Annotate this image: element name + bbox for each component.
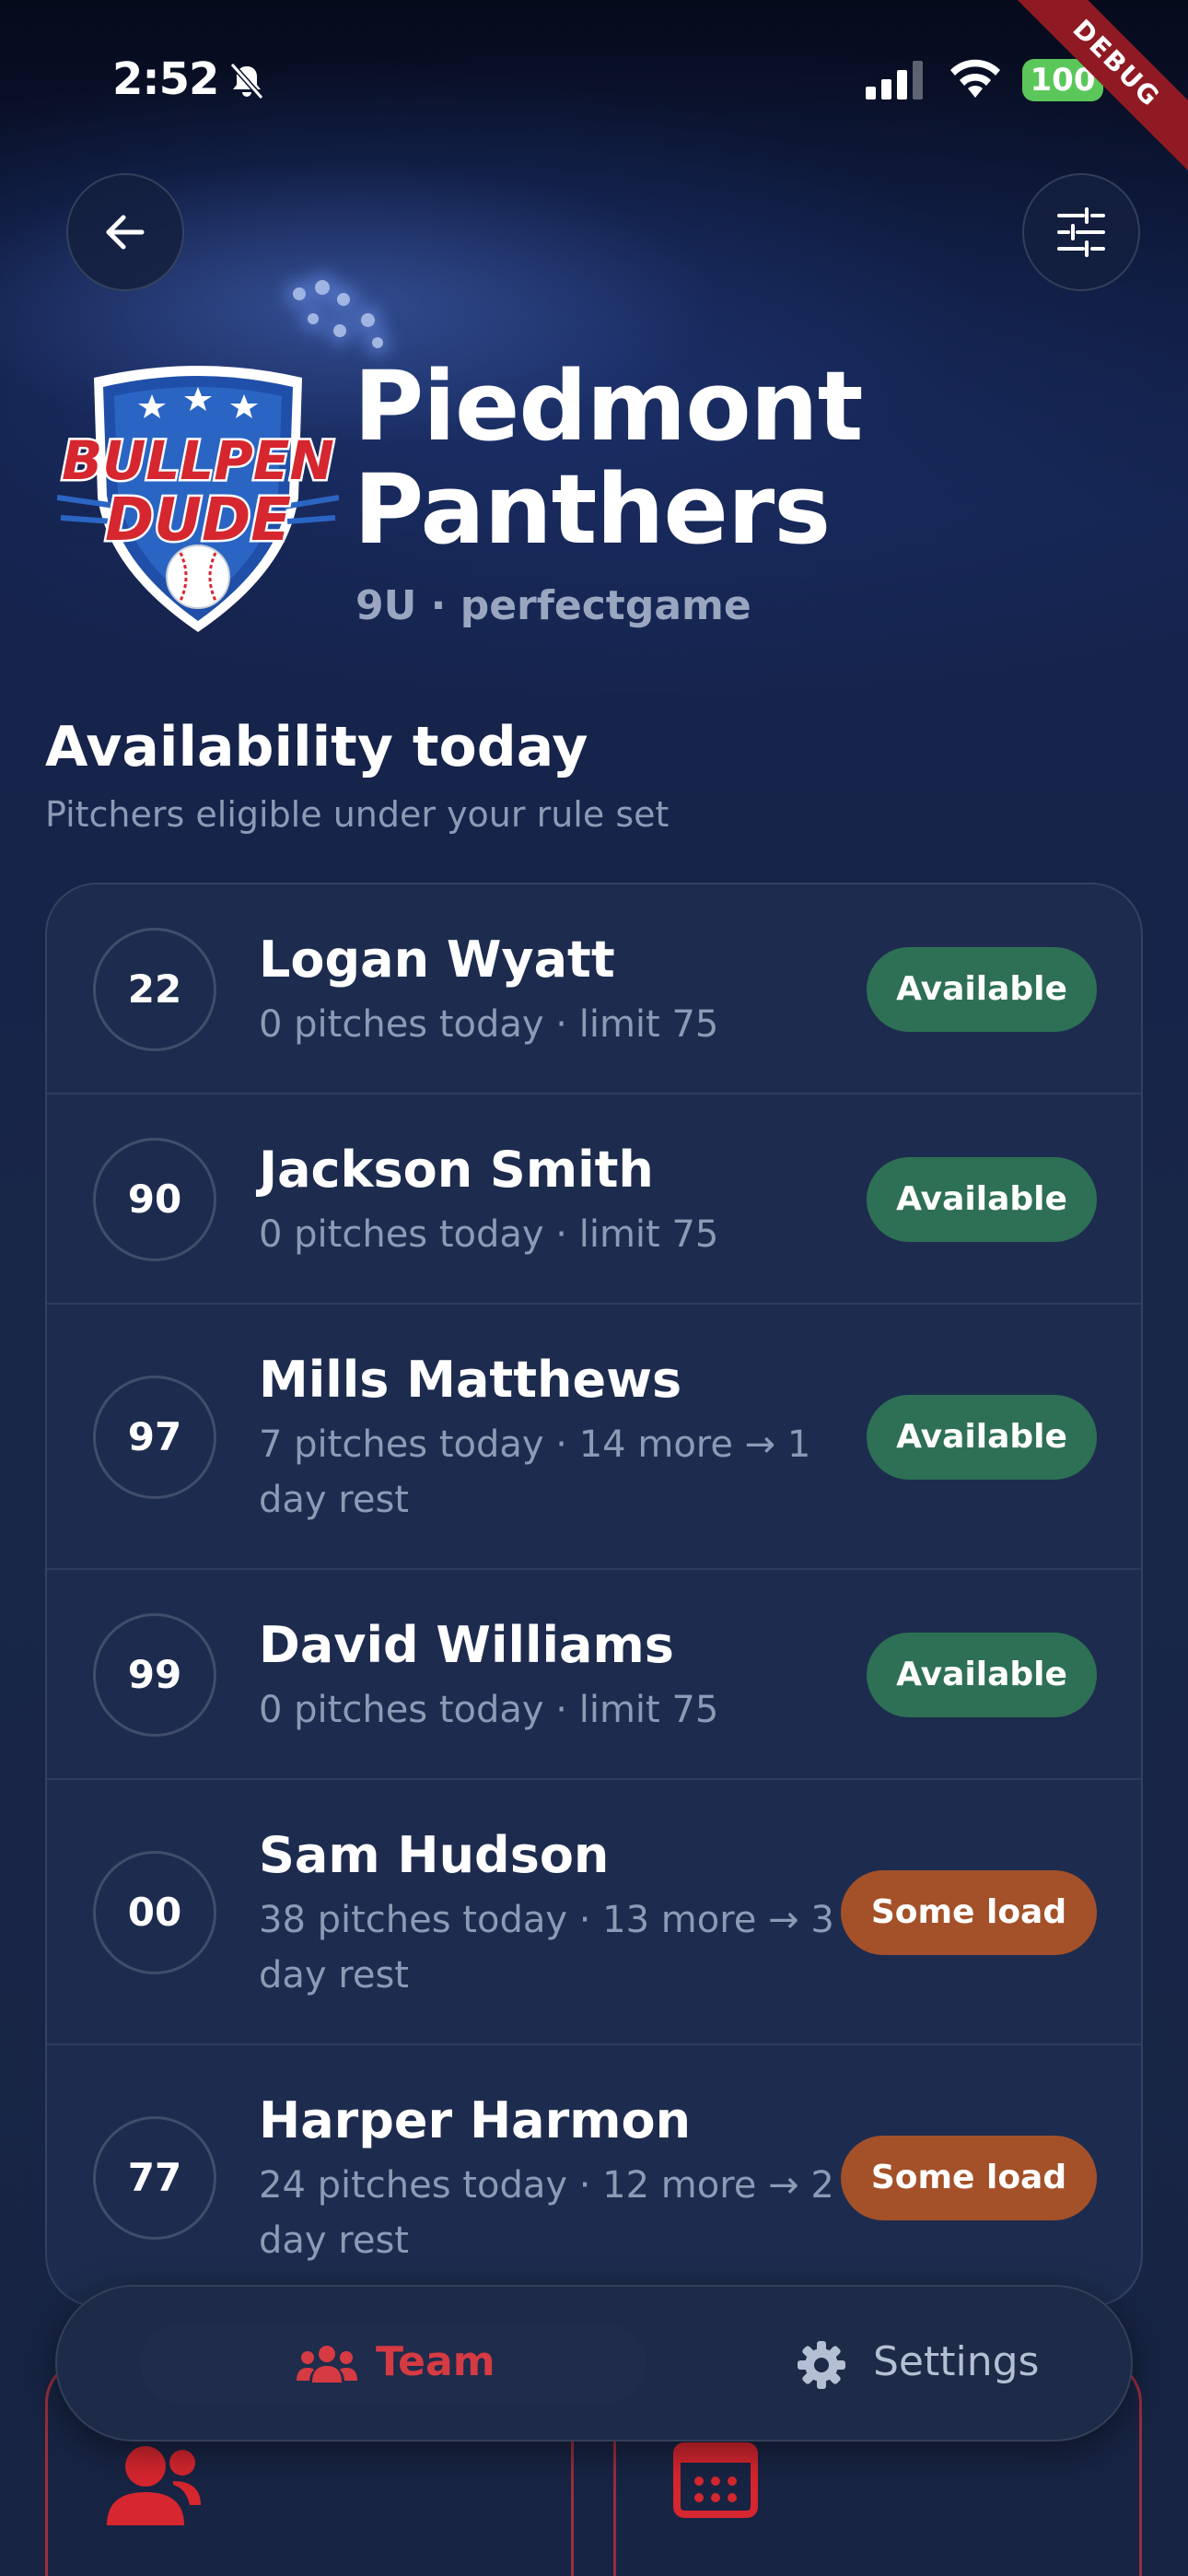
- player-row[interactable]: 77 Harper Harmon 24 pitches today · 12 m…: [47, 2045, 1141, 2305]
- player-detail: 7 pitches today · 14 more → 1 day rest: [259, 1423, 811, 1521]
- signal-icon: [866, 61, 923, 100]
- users-icon: [107, 2446, 201, 2525]
- player-row[interactable]: 90 Jackson Smith 0 pitches today · limit…: [47, 1095, 1141, 1305]
- player-row[interactable]: 22 Logan Wyatt 0 pitches today · limit 7…: [47, 884, 1141, 1095]
- nav-team-label: Team: [376, 2338, 495, 2385]
- player-name: Mills Matthews: [259, 1351, 682, 1409]
- status-badge: Available: [867, 1633, 1097, 1717]
- player-name: Sam Hudson: [259, 1826, 610, 1884]
- jersey-number: 90: [93, 1138, 216, 1261]
- player-name: Harper Harmon: [259, 2091, 692, 2149]
- screen: 2:52 100 DEBUG BULLPEN DUDE Piedmont Pan…: [0, 0, 1188, 2576]
- team-name-line2: Panthers: [354, 453, 831, 566]
- player-name: David Williams: [259, 1616, 674, 1674]
- team-logo: BULLPEN DUDE: [57, 366, 339, 632]
- player-row[interactable]: 99 David Williams 0 pitches today · limi…: [47, 1570, 1141, 1780]
- stadium-light: [315, 280, 330, 295]
- nav-tab-team[interactable]: Team: [140, 2324, 646, 2403]
- bottom-nav: Team Settings: [55, 2285, 1133, 2441]
- stadium-light: [337, 293, 350, 306]
- team-subtitle: 9U · perfectgame: [355, 582, 751, 629]
- wifi-icon: [950, 59, 1000, 98]
- jersey-number: 99: [93, 1613, 216, 1737]
- player-detail: 38 pitches today · 13 more → 3 day rest: [259, 1899, 834, 1996]
- jersey-number: 97: [93, 1376, 216, 1499]
- jersey-number: 22: [93, 928, 216, 1051]
- nav-tab-settings[interactable]: Settings: [739, 2324, 1089, 2403]
- sliders-icon: [1057, 207, 1105, 257]
- stadium-light: [293, 287, 306, 300]
- logo-line1: BULLPEN: [62, 429, 334, 492]
- bell-slash-icon: [229, 63, 264, 100]
- team-name-line1: Piedmont: [354, 350, 863, 463]
- back-button[interactable]: [66, 173, 184, 291]
- nav-settings-label: Settings: [873, 2338, 1040, 2385]
- player-row[interactable]: 97 Mills Matthews 7 pitches today · 14 m…: [47, 1305, 1141, 1570]
- stadium-light: [361, 313, 375, 327]
- status-badge: Some load: [841, 1870, 1097, 1955]
- arrow-left-icon: [106, 215, 145, 250]
- baseball-icon: [166, 544, 230, 609]
- player-detail: 0 pitches today · limit 75: [259, 1213, 719, 1256]
- jersey-number: 00: [93, 1851, 216, 1974]
- gear-icon: [798, 2341, 845, 2389]
- status-time: 2:52: [112, 53, 219, 105]
- player-name: Jackson Smith: [259, 1141, 654, 1199]
- status-badge: Available: [867, 1395, 1097, 1480]
- availability-title: Availability today: [45, 715, 588, 779]
- availability-card: 22 Logan Wyatt 0 pitches today · limit 7…: [45, 883, 1143, 2307]
- users-icon: [297, 2346, 357, 2383]
- player-detail: 0 pitches today · limit 75: [259, 1003, 719, 1046]
- calendar-icon: [673, 2442, 758, 2518]
- stadium-light: [333, 324, 346, 337]
- status-badge: Some load: [841, 2136, 1097, 2220]
- logo-line2: DUDE: [105, 486, 291, 555]
- player-row[interactable]: 00 Sam Hudson 38 pitches today · 13 more…: [47, 1780, 1141, 2045]
- player-detail: 0 pitches today · limit 75: [259, 1689, 719, 1731]
- filter-button[interactable]: [1022, 173, 1140, 291]
- availability-subtitle: Pitchers eligible under your rule set: [45, 794, 670, 835]
- team-name: Piedmont Panthers: [354, 355, 1090, 561]
- stadium-light: [308, 313, 319, 324]
- status-badge: Available: [867, 1157, 1097, 1242]
- jersey-number: 77: [93, 2116, 216, 2240]
- stadium-light: [372, 337, 383, 348]
- status-badge: Available: [867, 947, 1097, 1032]
- player-detail: 24 pitches today · 12 more → 2 day rest: [259, 2164, 834, 2262]
- player-name: Logan Wyatt: [259, 931, 615, 989]
